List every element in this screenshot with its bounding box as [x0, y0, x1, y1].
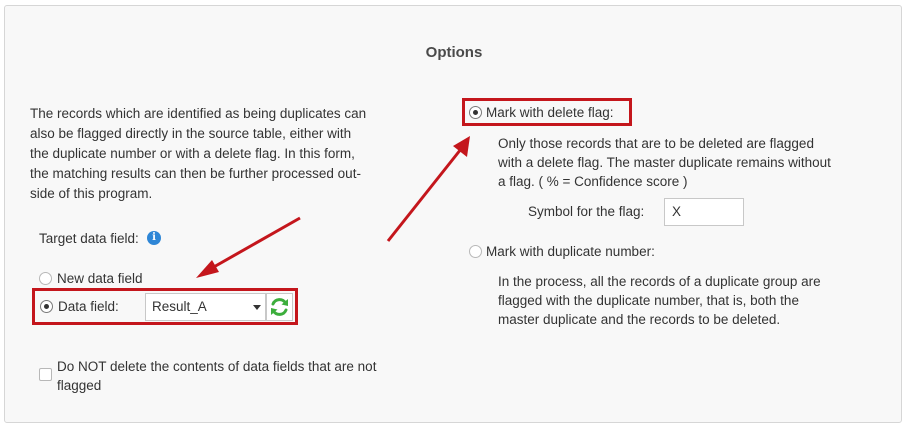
annotation-arrows	[196, 136, 470, 278]
arrow-to-data-field	[196, 216, 301, 278]
arrow-to-delete-flag	[386, 136, 470, 242]
